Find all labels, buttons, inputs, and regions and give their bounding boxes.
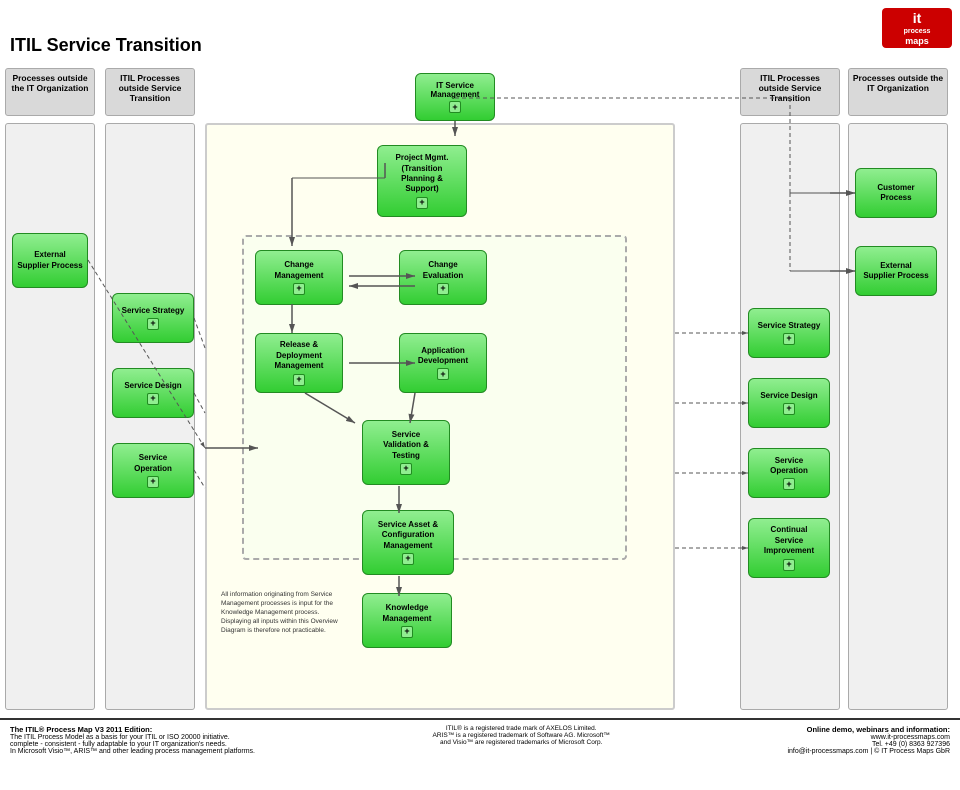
proc-label-service-operation-left: ServiceOperation	[134, 453, 172, 474]
proc-label-continual-service: ContinualServiceImprovement	[764, 525, 814, 556]
page-title: ITIL Service Transition	[10, 35, 202, 56]
proc-box-service-asset[interactable]: Service Asset &ConfigurationManagement +	[362, 510, 454, 575]
proc-box-service-operation-right[interactable]: ServiceOperation +	[748, 448, 830, 498]
proc-label-service-strategy-left: Service Strategy	[122, 306, 185, 316]
proc-box-itsm[interactable]: IT ServiceManagement +	[415, 73, 495, 121]
diagram-area: Processes outside the IT Organization IT…	[0, 68, 960, 710]
proc-label-app-dev: ApplicationDevelopment	[418, 346, 468, 367]
plus-service-design-right[interactable]: +	[783, 403, 795, 415]
col-header-left2: ITIL Processes outside Service Transitio…	[105, 68, 195, 116]
footer-left: The ITIL® Process Map V3 2011 Edition: T…	[10, 725, 255, 755]
plus-service-strategy-right[interactable]: +	[783, 333, 795, 345]
note-text: All information originating from Service…	[221, 590, 351, 635]
col-header-right1: ITIL Processes outside Service Transitio…	[740, 68, 840, 116]
logo-maps: maps	[905, 36, 929, 48]
footer-center-text: ITIL® is a registered trade mark of AXEL…	[433, 725, 610, 746]
plus-change-mgmt[interactable]: +	[293, 283, 305, 295]
plus-release-deploy[interactable]: +	[293, 374, 305, 386]
plus-service-design-left[interactable]: +	[147, 393, 159, 405]
proc-label-knowledge: KnowledgeManagement	[383, 603, 432, 624]
footer: The ITIL® Process Map V3 2011 Edition: T…	[0, 718, 960, 790]
proc-label-external-supplier-left: ExternalSupplier Process	[17, 250, 82, 271]
footer-left-text: The ITIL Process Model as a basis for yo…	[10, 734, 255, 755]
plus-continual-service[interactable]: +	[783, 559, 795, 571]
footer-center: ITIL® is a registered trade mark of AXEL…	[433, 725, 610, 746]
proc-label-service-operation-right: ServiceOperation	[770, 456, 808, 477]
note-container: All information originating from Service…	[221, 590, 351, 635]
plus-knowledge[interactable]: +	[401, 626, 413, 638]
lane-center: Project Mgmt.(TransitionPlanning &Suppor…	[205, 123, 675, 710]
logo: it process maps	[882, 8, 952, 48]
footer-right-text: www.it-processmaps.com Tel. +49 (0) 8363…	[787, 734, 950, 755]
proc-box-release-deploy[interactable]: Release &DeploymentManagement +	[255, 333, 343, 393]
proc-box-change-eval[interactable]: ChangeEvaluation +	[399, 250, 487, 305]
proc-box-service-design-right[interactable]: Service Design +	[748, 378, 830, 428]
proc-box-external-supplier-left[interactable]: ExternalSupplier Process	[12, 233, 88, 288]
plus-app-dev[interactable]: +	[437, 368, 449, 380]
proc-box-project-mgmt[interactable]: Project Mgmt.(TransitionPlanning &Suppor…	[377, 145, 467, 217]
proc-box-app-dev[interactable]: ApplicationDevelopment +	[399, 333, 487, 393]
plus-project-mgmt[interactable]: +	[416, 197, 428, 209]
proc-box-service-strategy-right[interactable]: Service Strategy +	[748, 308, 830, 358]
plus-itsm[interactable]: +	[449, 101, 461, 113]
proc-box-knowledge[interactable]: KnowledgeManagement +	[362, 593, 452, 648]
plus-service-validation[interactable]: +	[400, 463, 412, 475]
plus-service-operation-left[interactable]: +	[147, 476, 159, 488]
footer-left-title: The ITIL® Process Map V3 2011 Edition:	[10, 725, 255, 734]
proc-label-service-design-left: Service Design	[124, 381, 181, 391]
plus-service-strategy-left[interactable]: +	[147, 318, 159, 330]
logo-it: it	[913, 9, 922, 27]
proc-label-change-mgmt: ChangeManagement	[275, 260, 324, 281]
proc-box-service-validation[interactable]: ServiceValidation &Testing +	[362, 420, 450, 485]
proc-box-external-supplier-right[interactable]: ExternalSupplier Process	[855, 246, 937, 296]
lane-left1	[5, 123, 95, 710]
proc-box-service-operation-left[interactable]: ServiceOperation +	[112, 443, 194, 498]
footer-right-title: Online demo, webinars and information:	[787, 725, 950, 734]
plus-service-operation-right[interactable]: +	[783, 478, 795, 490]
proc-box-service-strategy-left[interactable]: Service Strategy +	[112, 293, 194, 343]
col-header-left1: Processes outside the IT Organization	[5, 68, 95, 116]
proc-box-continual-service[interactable]: ContinualServiceImprovement +	[748, 518, 830, 578]
proc-box-service-design-left[interactable]: Service Design +	[112, 368, 194, 418]
plus-change-eval[interactable]: +	[437, 283, 449, 295]
proc-label-itsm: IT ServiceManagement	[431, 81, 480, 99]
plus-service-asset[interactable]: +	[402, 553, 414, 565]
footer-right: Online demo, webinars and information: w…	[787, 725, 950, 755]
proc-label-customer-process: CustomerProcess	[877, 183, 914, 204]
proc-label-service-asset: Service Asset &ConfigurationManagement	[378, 520, 438, 551]
proc-label-service-validation: ServiceValidation &Testing	[383, 430, 429, 461]
logo-process: process	[904, 27, 931, 36]
proc-label-service-strategy-right: Service Strategy	[758, 321, 821, 331]
proc-box-customer-process[interactable]: CustomerProcess	[855, 168, 937, 218]
proc-label-project-mgmt: Project Mgmt.(TransitionPlanning &Suppor…	[396, 153, 449, 195]
proc-label-external-supplier-right: ExternalSupplier Process	[863, 261, 928, 282]
proc-label-release-deploy: Release &DeploymentManagement	[275, 340, 324, 371]
proc-label-change-eval: ChangeEvaluation	[423, 260, 463, 281]
proc-box-change-mgmt[interactable]: ChangeManagement +	[255, 250, 343, 305]
proc-label-service-design-right: Service Design	[760, 391, 817, 401]
col-header-right2: Processes outside the IT Organization	[848, 68, 948, 116]
